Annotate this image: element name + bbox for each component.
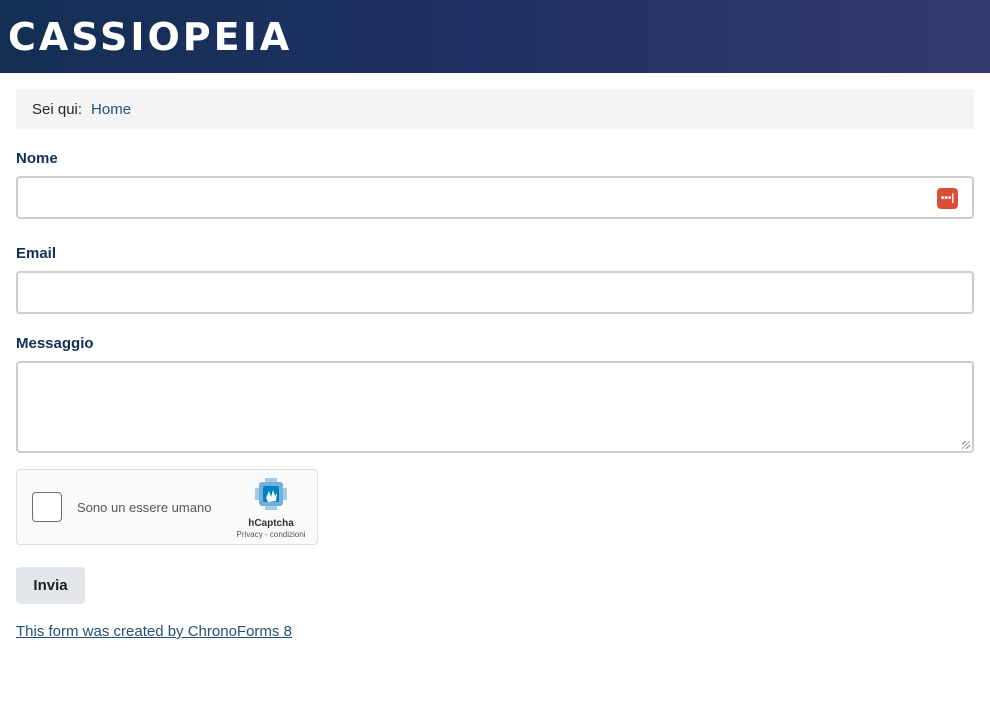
password-manager-icon[interactable]: •••| <box>937 188 958 209</box>
submit-button[interactable]: Invia <box>16 567 85 604</box>
name-field-group: Nome •••| <box>16 150 974 219</box>
email-field-group: Email <box>16 245 974 314</box>
submit-row: Invia <box>16 567 974 604</box>
captcha-brand: hCaptcha <box>248 518 294 529</box>
hcaptcha-widget: Sono un essere umano hCaptcha Privacy - … <box>16 469 318 545</box>
email-label: Email <box>16 245 57 262</box>
captcha-checkbox[interactable] <box>32 492 62 522</box>
name-input[interactable]: •••| <box>16 176 974 219</box>
hcaptcha-logo-icon <box>255 478 287 510</box>
credit-row: This form was created by ChronoForms 8 <box>16 623 974 641</box>
message-field-group: Messaggio <box>16 335 974 453</box>
breadcrumb-label: Sei qui: <box>32 100 83 118</box>
site-header: CASSIOPEIA <box>0 0 990 73</box>
chronoforms-credit-link[interactable]: This form was created by ChronoForms 8 <box>16 623 292 640</box>
name-label: Nome <box>16 150 58 167</box>
email-input[interactable] <box>16 271 974 314</box>
message-label: Messaggio <box>16 335 94 352</box>
site-brand[interactable]: CASSIOPEIA <box>8 18 292 56</box>
breadcrumb-home-link[interactable]: Home <box>91 101 131 118</box>
message-textarea[interactable] <box>16 361 974 453</box>
captcha-links[interactable]: Privacy - condizioni <box>235 530 307 539</box>
resize-grip-icon[interactable] <box>962 441 970 449</box>
hcaptcha-logo: hCaptcha Privacy - condizioni <box>235 477 307 539</box>
main-content: Sei qui: Home Nome •••| Email Messaggio … <box>0 73 990 641</box>
breadcrumb: Sei qui: Home <box>16 89 974 129</box>
captcha-checkbox-label: Sono un essere umano <box>77 499 212 515</box>
